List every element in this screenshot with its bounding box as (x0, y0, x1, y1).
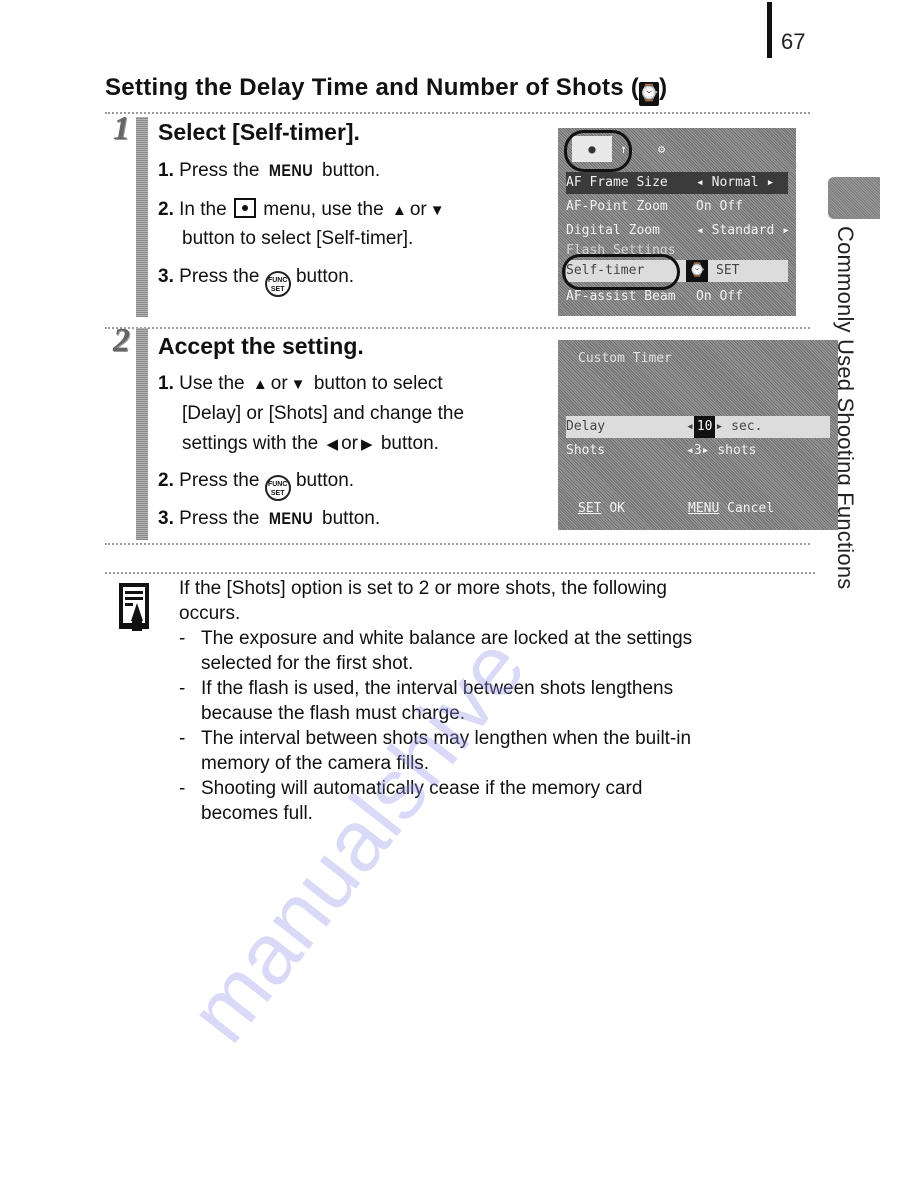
highlight-ring-tab (564, 130, 632, 172)
screen-tab-setup: ⚙ (658, 142, 666, 156)
page-number: 67 (781, 29, 806, 54)
self-timer-custom-icon: ⌚ (639, 82, 660, 106)
camera-screen-menu: ● ↑↓ ⚙ AF Frame Size ◂ Normal ▸ AF-Point … (558, 128, 796, 316)
section-divider (105, 543, 810, 545)
item-text: settings with the (182, 433, 319, 454)
step-number-1: 1 (113, 110, 130, 147)
step-bar-2 (136, 328, 148, 540)
func-set-button-icon: FUNC SET (264, 475, 291, 501)
note-bullet: - If the flash is used, the interval bet… (179, 678, 674, 724)
menu-button-icon: MENU (268, 161, 313, 180)
item-text: Press the (179, 470, 260, 491)
step-bar-1 (136, 117, 148, 317)
camera-screen-custom-timer: Custom Timer Delay ◂ 10 ▸ sec. Shots ◂3▸ s… (558, 340, 838, 530)
step-2-item-1-cont: [Delay] or [Shots] and change the (182, 403, 465, 424)
step-heading-2: Accept the setting. (158, 333, 364, 359)
item-text: or (270, 373, 288, 394)
section-title: Setting the Delay Time and Number of Sho… (105, 74, 667, 106)
title-divider (105, 112, 810, 114)
note-bullet: - The exposure and white balance are loc… (179, 628, 693, 674)
item-text: In the (179, 199, 227, 220)
step-1-item-2-cont: button to select [Self-timer]. (182, 228, 414, 249)
step-number-2: 2 (113, 322, 130, 359)
up-arrow-icon: ▲ (391, 202, 407, 219)
note-body: If the [Shots] option is set to 2 or mor… (179, 576, 799, 826)
item-number: 1. (158, 373, 174, 394)
right-arrow-icon: ▶ (360, 436, 373, 453)
screen-row: AF-Point Zoom On Off (566, 199, 743, 214)
up-arrow-icon: ▲ (252, 376, 268, 393)
item-number: 2. (158, 199, 174, 220)
item-text: Use the (179, 373, 245, 394)
screen-footer: SET OK MENU Cancel (578, 501, 775, 516)
item-text: button. (380, 433, 439, 454)
step-1-item-2: 2. In the menu, use the ▲ or ▼ (158, 198, 448, 221)
item-number: 3. (158, 508, 174, 529)
chapter-tab-marker (828, 177, 880, 219)
item-number: 1. (158, 160, 174, 181)
note-bullet: - Shooting will automatically cease if t… (179, 778, 643, 824)
screen-row-shots: Shots ◂3▸ shots (566, 443, 757, 458)
step-2-item-3: 3. Press the MENU button. (158, 508, 380, 530)
item-number: 2. (158, 470, 174, 491)
step-1-item-1: 1. Press the MENU button. (158, 160, 380, 182)
item-number: 3. (158, 266, 174, 287)
item-text: button to select (313, 373, 443, 394)
menu-button-icon: MENU (268, 509, 313, 528)
note-bullet: - The interval between shots may lengthe… (179, 728, 692, 774)
note-intro: If the [Shots] option is set to 2 or mor… (179, 578, 667, 599)
step-divider (105, 327, 810, 329)
camera-menu-icon (233, 198, 256, 218)
func-set-button-icon: FUNC SET (264, 271, 291, 297)
step-1-item-3: 3. Press the FUNC SET button. (158, 266, 354, 297)
note-intro-cont: occurs. (179, 603, 241, 624)
section-title-text: Setting the Delay Time and Number of Sho… (105, 74, 640, 101)
highlight-ring-row (562, 254, 680, 290)
item-text: Press the (179, 266, 260, 287)
page-number-rule (767, 2, 772, 58)
screen-row-delay: Delay ◂ 10 ▸ sec. (566, 416, 830, 438)
item-text: button. (295, 470, 355, 491)
down-arrow-icon: ▼ (429, 202, 445, 219)
item-text: button. (295, 266, 355, 287)
down-arrow-icon: ▼ (290, 376, 306, 393)
step-2-item-1-cont2: settings with the ◀ or ▶ button. (182, 433, 439, 455)
screen-row: AF-assist Beam On Off (566, 289, 743, 304)
step-2-item-2: 2. Press the FUNC SET button. (158, 470, 354, 501)
item-text: Press the (179, 160, 260, 181)
item-text: Press the (179, 508, 260, 529)
screen-row: Digital Zoom ◂ Standard ▸ (566, 223, 790, 238)
note-memo-icon (119, 583, 149, 631)
step-heading-1: Select [Self-timer]. (158, 119, 360, 145)
section-title-suffix: ) (659, 74, 668, 101)
item-text: or (341, 433, 358, 454)
note-divider (105, 572, 815, 574)
item-text: menu, use the (263, 199, 384, 220)
self-timer-custom-icon: ⌚ (686, 260, 709, 282)
item-text: button. (322, 160, 381, 181)
screen-row: AF Frame Size ◂ Normal ▸ (566, 172, 788, 194)
step-2-item-1: 1. Use the ▲ or ▼ button to select (158, 373, 443, 395)
item-text: or (409, 199, 427, 220)
left-arrow-icon: ◀ (326, 436, 339, 453)
item-text: button. (322, 508, 381, 529)
screen-title: Custom Timer (578, 351, 672, 366)
